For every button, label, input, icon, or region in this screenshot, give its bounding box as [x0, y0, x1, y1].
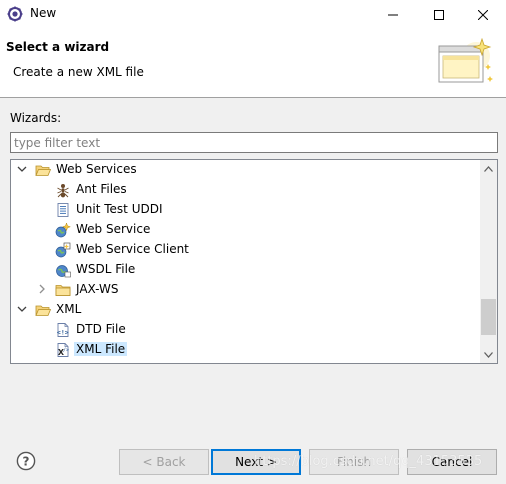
chevron-down-icon — [484, 351, 493, 358]
folder-open-icon — [35, 305, 51, 316]
cancel-button[interactable]: Cancel — [407, 449, 497, 475]
vertical-scrollbar[interactable] — [480, 160, 497, 363]
tree-item-label: Web Services — [56, 162, 137, 176]
wizard-banner: Select a wizard Create a new XML file — [0, 29, 506, 98]
dtd-file-icon: <!> — [57, 323, 69, 337]
svg-text:/>: /> — [63, 348, 69, 354]
finish-button[interactable]: Finish — [309, 449, 399, 475]
chevron-up-icon — [484, 165, 493, 172]
tree-item-label: Web Service Client — [76, 242, 189, 256]
tree-item-jax-ws[interactable]: JAX-WS — [11, 280, 481, 300]
banner-title: Select a wizard — [6, 40, 110, 54]
help-icon[interactable]: ? — [16, 451, 36, 471]
back-button[interactable]: < Back — [119, 449, 209, 475]
eclipse-icon — [7, 6, 23, 22]
tree-item-dtd-file[interactable]: <!> DTD File — [11, 320, 481, 340]
title-bar: New — [0, 0, 506, 29]
tree-item-xml-file[interactable]: X/> XML File — [11, 340, 481, 360]
tree-item-web-service[interactable]: Web Service — [11, 220, 481, 240]
scroll-up-arrow[interactable] — [480, 160, 497, 177]
tree-item-wsdl-file[interactable]: WSDL File — [11, 260, 481, 280]
chevron-down-icon[interactable] — [17, 304, 27, 314]
new-wizard-icon — [438, 38, 493, 83]
maximize-button[interactable] — [416, 0, 462, 29]
web-service-icon — [55, 222, 71, 238]
minimize-icon — [388, 14, 398, 15]
tree-item-label: DTD File — [76, 322, 126, 336]
tree-item-label: Unit Test UDDI — [76, 202, 163, 216]
maximize-icon — [434, 9, 444, 20]
chevron-down-icon[interactable] — [17, 164, 27, 174]
window-title: New — [30, 6, 57, 20]
tree-item-label: XML File — [74, 342, 128, 356]
scroll-down-arrow[interactable] — [480, 346, 497, 363]
minimize-button[interactable] — [370, 0, 416, 29]
folder-open-icon — [35, 165, 51, 176]
document-icon — [57, 203, 69, 217]
ant-icon — [57, 184, 69, 198]
web-service-client-icon — [55, 242, 71, 258]
svg-text:<!>: <!> — [57, 329, 69, 337]
tree-item-web-service-client[interactable]: Web Service Client — [11, 240, 481, 260]
tree-item-label: JAX-WS — [76, 282, 119, 296]
tree-item-xml[interactable]: XML — [11, 300, 481, 320]
scrollbar-thumb[interactable] — [481, 299, 496, 335]
tree-item-web-services[interactable]: Web Services — [11, 160, 481, 180]
chevron-right-icon[interactable] — [37, 284, 47, 294]
tree-item-ant-files[interactable]: Ant Files — [11, 180, 481, 200]
tree-item-label: Web Service — [76, 222, 151, 236]
svg-text:?: ? — [23, 455, 30, 469]
tree-item-label: Ant Files — [76, 182, 127, 196]
folder-icon — [55, 285, 71, 296]
filter-input[interactable] — [10, 132, 498, 153]
wsdl-file-icon — [56, 265, 71, 278]
xml-file-icon: X/> — [57, 343, 69, 357]
tree-item-label: XML — [56, 302, 82, 316]
wizard-tree: Web Services Ant Files Unit Test UDDI Web S… — [10, 159, 498, 364]
wizards-label: Wizards: — [10, 111, 62, 125]
next-button[interactable]: Next > — [211, 449, 301, 475]
tree-item-unit-test-uddi[interactable]: Unit Test UDDI — [11, 200, 481, 220]
close-icon — [478, 9, 488, 20]
banner-description: Create a new XML file — [13, 65, 144, 79]
close-button[interactable] — [460, 0, 506, 29]
tree-item-label: WSDL File — [76, 262, 136, 276]
